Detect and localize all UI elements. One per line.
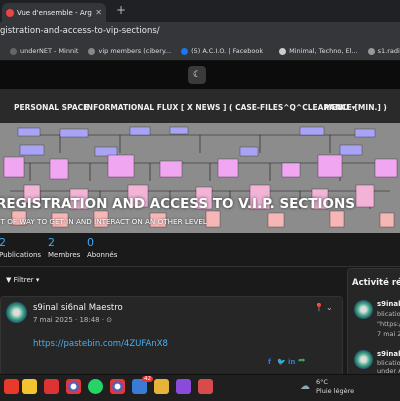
theme-toggle-button[interactable]: ☾: [188, 66, 206, 84]
avatar[interactable]: [354, 350, 373, 369]
facebook-icon: [181, 47, 189, 55]
bookmark-icon: [88, 47, 96, 55]
nav-personal-space[interactable]: PERSONAL SPACE: [14, 103, 88, 112]
tab-title: Vue d'ensemble - Arg Music Co: [17, 8, 92, 17]
activity-text: "https:/: [377, 320, 400, 328]
post-link[interactable]: https://pastebin.com/4ZUFAnX8: [33, 339, 168, 349]
stat-members-label[interactable]: Membres: [48, 251, 80, 259]
bookmark-icon: [10, 47, 17, 55]
activity-text: blicatio: [377, 310, 400, 318]
linkedin-share-icon[interactable]: in: [288, 358, 295, 366]
app-icon[interactable]: [4, 379, 19, 394]
stat-publications-label[interactable]: Publications: [0, 251, 41, 259]
stat-followers-value: 0: [87, 236, 94, 249]
stat-members-value: 2: [48, 236, 55, 249]
file-explorer-icon[interactable]: [22, 379, 37, 394]
avatar[interactable]: [6, 302, 27, 323]
avatar[interactable]: [354, 300, 373, 319]
weather-desc: Pluie légère: [316, 387, 355, 395]
bookmark-underNET[interactable]: underNET - Minnit: [10, 47, 78, 55]
bookmark-label: (5) A.C.I.O. | Facebook: [191, 47, 264, 55]
page-subtitle: ST OF WAY TO GET IN AND INTERACT ON AN O…: [0, 217, 207, 226]
bookmark-label: Minimal, Techno, El...: [289, 47, 358, 55]
chevron-down-icon[interactable]: ⌄: [326, 303, 333, 312]
pin-icon: 📍: [314, 303, 324, 312]
bookmark-label: underNET - Minnit: [20, 47, 79, 55]
bookmarks-bar: underNET - Minnit vip members (cibery...…: [0, 42, 400, 61]
bookmark-label: vip members (cibery...: [98, 47, 172, 55]
facebook-share-icon[interactable]: f: [268, 358, 271, 366]
weather-temp: 6°C: [316, 378, 328, 386]
filter-label: Filtrer ▾: [13, 276, 40, 284]
activity-title: Activité réc: [352, 278, 400, 288]
bookmark-vip-members[interactable]: vip members (cibery...: [88, 47, 171, 55]
app-icon[interactable]: [198, 379, 213, 394]
app-icon[interactable]: [154, 379, 169, 394]
url-text: gistration-and-access-to-vip-sections/: [0, 26, 160, 36]
bookmark-label: s1.radio.iclhst.net:14...: [377, 47, 400, 55]
bookmark-minimal-techno[interactable]: Minimal, Techno, El...: [279, 47, 358, 55]
divider: [0, 266, 400, 267]
chrome-icon[interactable]: [110, 379, 125, 394]
browser-tab[interactable]: Vue d'ensemble - Arg Music Co ✕: [2, 3, 106, 22]
weather-widget[interactable]: 6°C Pluie légère: [316, 378, 354, 396]
new-tab-button[interactable]: +: [116, 3, 126, 17]
moon-icon: ☾: [192, 70, 202, 80]
address-bar[interactable]: gistration-and-access-to-vip-sections/: [0, 22, 400, 42]
post-date: 7 mai 2025 · 18:48 · ⊙: [33, 316, 113, 324]
activity-author[interactable]: s9inal s: [377, 350, 400, 358]
notification-badge: 42: [142, 376, 153, 382]
activity-author[interactable]: s9inal s: [377, 300, 400, 308]
bookmark-radio[interactable]: s1.radio.iclhst.net:14...: [367, 47, 400, 55]
stat-publications-value: 2: [0, 236, 6, 249]
share-icon[interactable]: ➦: [298, 356, 306, 366]
bookmark-icon: [367, 47, 375, 55]
filter-icon: ▼: [6, 276, 14, 284]
filter-dropdown[interactable]: ▼ Filtrer ▾: [6, 276, 39, 284]
activity-date: 7 mai 2: [377, 330, 400, 338]
post-author[interactable]: s9inal si6nal Maestro: [33, 303, 123, 313]
app-icon[interactable]: [176, 379, 191, 394]
weather-icon: ☁: [300, 381, 310, 392]
page-title: REGISTRATION AND ACCESS TO V.I.P. SECTIO…: [0, 196, 356, 212]
activity-text: blicatio: [377, 359, 400, 367]
chrome-icon[interactable]: [66, 379, 81, 394]
tab-favicon-icon: [6, 8, 14, 17]
app-icon[interactable]: [44, 379, 59, 394]
whatsapp-icon[interactable]: [88, 379, 103, 394]
stat-followers-label[interactable]: Abonnés: [87, 251, 117, 259]
bookmark-facebook[interactable]: (5) A.C.I.O. | Facebook: [181, 47, 263, 55]
site-nav: PERSONAL SPACE INFORMATIONAL FLUX [ X NE…: [0, 89, 400, 123]
bookmark-icon: [279, 47, 287, 55]
nav-menu[interactable]: MENU ▾: [324, 103, 355, 112]
close-icon[interactable]: ✕: [95, 8, 102, 17]
twitter-share-icon[interactable]: 🐦: [277, 358, 286, 366]
